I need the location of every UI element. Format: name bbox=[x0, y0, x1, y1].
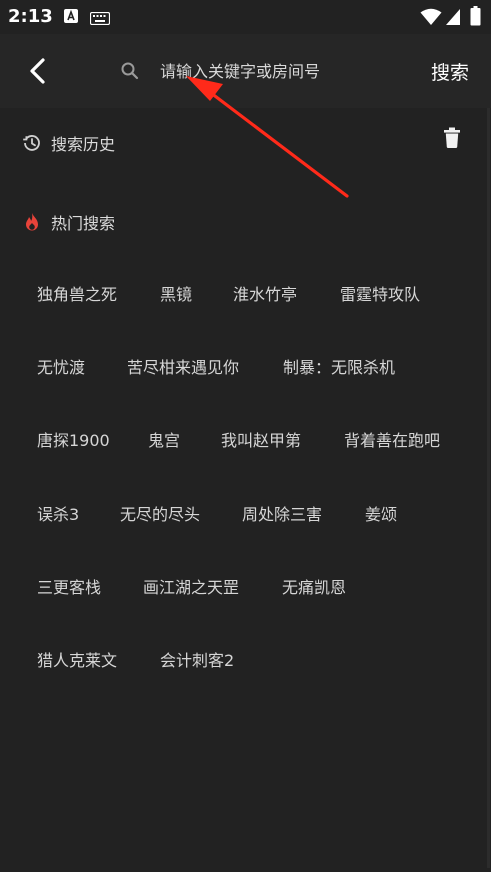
magnifier-icon bbox=[120, 61, 140, 81]
hot-search-tag[interactable]: 黑镜 bbox=[160, 258, 192, 331]
tag-row: 猎人克莱文 会计刺客2 bbox=[0, 624, 491, 697]
hot-search-tag[interactable]: 误杀3 bbox=[37, 478, 79, 551]
wifi-icon bbox=[420, 8, 442, 30]
search-history-header: 搜索历史 bbox=[22, 131, 115, 155]
hot-search-tag[interactable]: 我叫赵甲第 bbox=[221, 404, 301, 477]
tag-row: 三更客栈 画江湖之天罡 无痛凯恩 bbox=[0, 551, 491, 624]
search-history-title: 搜索历史 bbox=[51, 135, 116, 154]
signal-icon bbox=[445, 8, 461, 30]
trash-icon[interactable] bbox=[441, 126, 463, 150]
status-bar: 2:13 bbox=[0, 0, 491, 34]
flame-icon bbox=[22, 212, 42, 232]
tag-row: 无忧渡 苦尽柑来遇见你 制暴：无限杀机 bbox=[0, 331, 491, 404]
hot-search-tag[interactable]: 三更客栈 bbox=[37, 551, 101, 624]
hot-search-tag[interactable]: 周处除三害 bbox=[242, 478, 322, 551]
hot-search-tag[interactable]: 淮水竹亭 bbox=[233, 258, 297, 331]
search-button[interactable]: 搜索 bbox=[431, 58, 469, 85]
search-header: 搜索 bbox=[0, 34, 491, 108]
tag-row: 唐探1900 鬼宫 我叫赵甲第 背着善在跑吧 bbox=[0, 404, 491, 477]
chevron-left-icon[interactable] bbox=[22, 54, 56, 88]
hot-search-tag[interactable]: 制暴：无限杀机 bbox=[283, 331, 395, 404]
hot-search-tag[interactable]: 雷霆特攻队 bbox=[340, 258, 420, 331]
tag-row: 误杀3 无尽的尽头 周处除三害 姜颂 bbox=[0, 478, 491, 551]
hot-search-tag[interactable]: 猎人克莱文 bbox=[37, 624, 117, 697]
back-button[interactable] bbox=[22, 54, 56, 88]
a-notification-icon bbox=[63, 8, 79, 28]
hot-search-tag[interactable]: 无尽的尽头 bbox=[120, 478, 200, 551]
hot-search-tag[interactable]: 画江湖之天罡 bbox=[143, 551, 239, 624]
hot-search-tag[interactable]: 唐探1900 bbox=[37, 404, 110, 477]
hot-search-tag[interactable]: 背着善在跑吧 bbox=[344, 404, 440, 477]
tag-row: 独角兽之死 黑镜 淮水竹亭 雷霆特攻队 bbox=[0, 258, 491, 331]
status-time: 2:13 bbox=[8, 6, 53, 27]
keyboard-icon bbox=[89, 10, 111, 29]
hot-search-tag[interactable]: 无痛凯恩 bbox=[282, 551, 346, 624]
hot-search-title: 热门搜索 bbox=[51, 214, 116, 233]
hot-search-tag[interactable]: 姜颂 bbox=[365, 478, 397, 551]
hot-search-tag[interactable]: 会计刺客2 bbox=[160, 624, 234, 697]
hot-search-tag[interactable]: 苦尽柑来遇见你 bbox=[127, 331, 239, 404]
battery-icon bbox=[470, 6, 481, 30]
hot-search-tag[interactable]: 无忧渡 bbox=[37, 331, 85, 404]
history-clock-icon bbox=[22, 133, 42, 153]
search-input[interactable] bbox=[160, 54, 410, 88]
hot-search-tag[interactable]: 鬼宫 bbox=[148, 404, 180, 477]
hot-search-tag[interactable]: 独角兽之死 bbox=[37, 258, 117, 331]
hot-search-header: 热门搜索 bbox=[22, 210, 115, 234]
